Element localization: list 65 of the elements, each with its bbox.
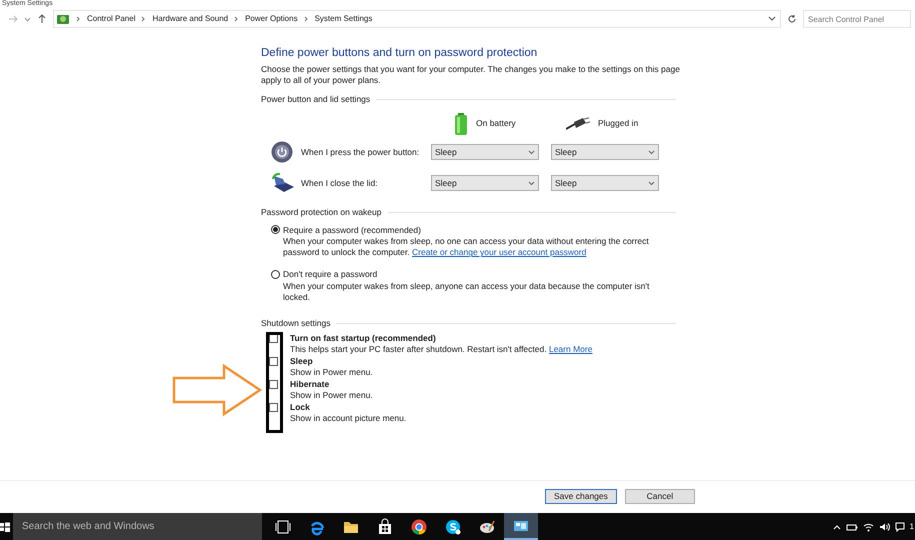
radio-button[interactable] [271, 270, 280, 280]
dropdown[interactable]: Sleep [431, 144, 539, 160]
chevron-up-icon[interactable] [832, 522, 841, 530]
chevron-right-icon[interactable] [76, 16, 81, 22]
setting-label: When I close the lid: [301, 176, 379, 190]
option-label: Sleep [290, 354, 314, 367]
refresh-icon[interactable] [787, 14, 797, 24]
setting-label: When I press the power button: [301, 146, 420, 159]
laptop-lid-icon [271, 173, 295, 194]
option-label: Turn on fast startup (recommended) [290, 332, 437, 344]
search-field[interactable]: Search Control Panel [803, 10, 911, 28]
breadcrumb-link[interactable]: Power Options [245, 13, 298, 25]
chevron-down-icon [528, 180, 535, 186]
radio-button[interactable] [271, 225, 280, 234]
option-label: Require a password (recommended) [283, 224, 421, 236]
breadcrumb-link[interactable]: Control Panel [87, 13, 136, 25]
section-heading: Password protection on wakeup [261, 206, 382, 218]
checkbox[interactable] [269, 380, 278, 389]
windows-start-icon[interactable] [0, 520, 10, 532]
notification-icon[interactable] [894, 522, 905, 532]
password-link[interactable]: Create or change your user account password [412, 247, 586, 258]
taskbar-app-button[interactable] [504, 513, 538, 540]
breadcrumb-link[interactable]: System Settings [314, 13, 372, 25]
chevron-down-icon [528, 150, 535, 155]
section-heading: Shutdown settings [261, 317, 330, 330]
option-description: This helps start your PC faster after shutdown. Restart isn't affected. Learn More [290, 344, 592, 355]
battery-icon[interactable] [846, 522, 858, 532]
wifi-icon[interactable] [862, 522, 874, 532]
taskbar-search-field[interactable]: Search the web and Windows [13, 513, 262, 540]
power-button-icon [271, 141, 293, 164]
address-field[interactable]: Control Panel Hardware and Sound Power Options System Settings [53, 10, 781, 28]
column-heading: On battery [476, 117, 516, 130]
chevron-down-icon[interactable] [768, 15, 776, 23]
checkbox[interactable] [269, 402, 278, 412]
battery-icon [454, 112, 468, 135]
speaker-icon[interactable] [878, 522, 890, 532]
option-description: When your computer wakes from sleep, anyone can access your data because the computer isn't locked. [282, 281, 650, 303]
chevron-right-icon[interactable] [141, 16, 146, 22]
learn-more-link[interactable]: Learn More [548, 344, 592, 354]
power-plug-icon [566, 116, 590, 131]
dialog-button[interactable]: Save changes [545, 489, 617, 504]
option-description: Show in Power menu. [290, 390, 373, 401]
column-heading: Plugged in [598, 117, 638, 130]
dropdown[interactable]: Sleep [551, 144, 659, 160]
chevron-down-icon [648, 150, 655, 155]
breadcrumb-link[interactable]: Hardware and Sound [152, 13, 228, 25]
option-description: Show in Power menu. [290, 366, 373, 378]
page-heading: Define power buttons and turn on password protection [261, 46, 538, 60]
dialog-button[interactable]: Cancel [624, 489, 695, 504]
chevron-down-icon [648, 180, 655, 186]
dropdown[interactable]: Sleep [431, 175, 539, 192]
round-browser-icon [409, 516, 429, 536]
option-label: Hibernate [290, 378, 330, 390]
dropdown[interactable]: Sleep [551, 175, 659, 192]
option-description: When your computer wakes from sleep, no one can access your data without entering the correct password to unlock the computer. Create or change your user account password [282, 236, 650, 258]
page-description: Choose the power settings that you want for your computer. The changes you make to the settings on this page apply to all of your power plans. [261, 64, 681, 86]
section-heading: Power button and lid settings [261, 93, 370, 106]
option-label: Don't require a password [283, 268, 378, 281]
up-arrow-icon[interactable] [37, 14, 47, 24]
chevron-right-icon[interactable] [234, 16, 240, 22]
option-label: Lock [290, 400, 311, 413]
chevron-right-icon[interactable] [304, 16, 309, 22]
option-description: Show in account picture menu. [290, 412, 406, 424]
clock-text[interactable]: 1 [910, 520, 914, 532]
checkbox[interactable] [269, 356, 278, 366]
